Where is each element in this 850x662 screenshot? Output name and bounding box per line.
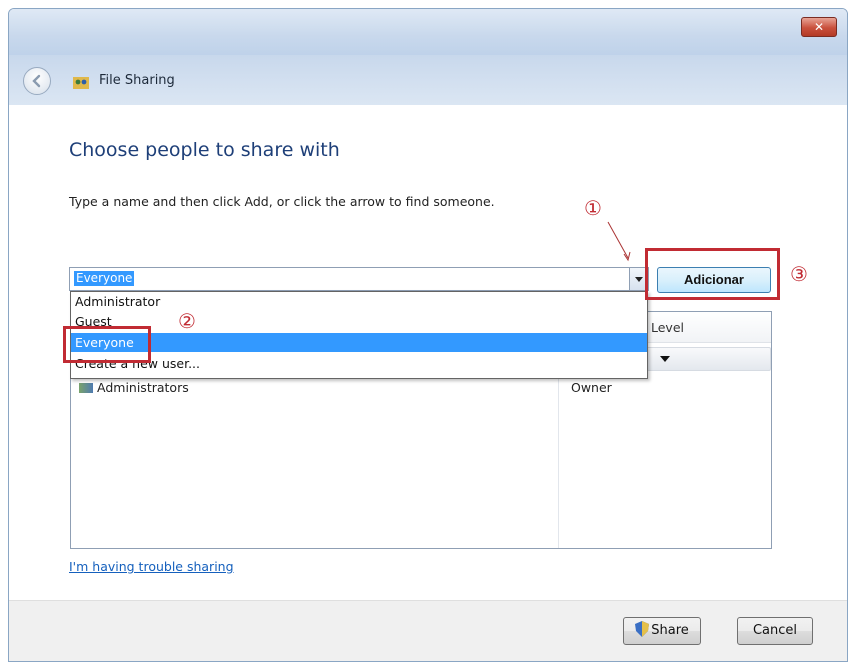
navigation-bar: File Sharing — [9, 55, 847, 105]
share-button-label: Share — [651, 623, 689, 638]
instruction-text: Type a name and then click Add, or click… — [69, 194, 495, 209]
list-item-level: Owner — [571, 380, 612, 395]
close-button[interactable]: ✕ — [801, 17, 837, 37]
list-item-name: Administrators — [97, 380, 189, 395]
share-folder-icon — [73, 77, 89, 89]
list-item[interactable]: Administrators — [79, 380, 189, 395]
permission-level-header-label: Level — [651, 320, 684, 335]
dropdown-option-administrator[interactable]: Administrator — [71, 292, 647, 311]
uac-shield-icon — [635, 621, 650, 637]
name-dropdown-list: Administrator Guest Everyone Create a ne… — [70, 291, 648, 379]
trouble-sharing-link[interactable]: I'm having trouble sharing — [69, 559, 234, 574]
highlight-add-button — [645, 248, 780, 300]
annotation-arrow-icon — [607, 221, 631, 262]
dropdown-option-guest[interactable]: Guest — [71, 312, 647, 331]
annotation-marker-2: ② — [178, 309, 196, 333]
share-button[interactable]: Share — [623, 617, 701, 645]
name-input-value[interactable]: Everyone — [74, 271, 135, 286]
title-bar: ✕ — [9, 9, 847, 55]
nav-title: File Sharing — [99, 73, 175, 88]
group-icon — [79, 383, 93, 393]
footer-bar: Share Cancel — [9, 600, 847, 661]
highlight-everyone-option — [63, 326, 151, 363]
dropdown-option-everyone[interactable]: Everyone — [71, 333, 647, 352]
annotation-marker-3: ③ — [790, 262, 808, 286]
dropdown-option-create-new-user[interactable]: Create a new user... — [71, 354, 647, 373]
back-button[interactable] — [23, 67, 51, 95]
name-combobox[interactable]: Everyone — [69, 267, 649, 291]
page-title: Choose people to share with — [69, 139, 340, 161]
annotation-marker-1: ① — [584, 196, 602, 220]
back-arrow-icon — [32, 74, 41, 88]
cancel-button[interactable]: Cancel — [737, 617, 813, 645]
